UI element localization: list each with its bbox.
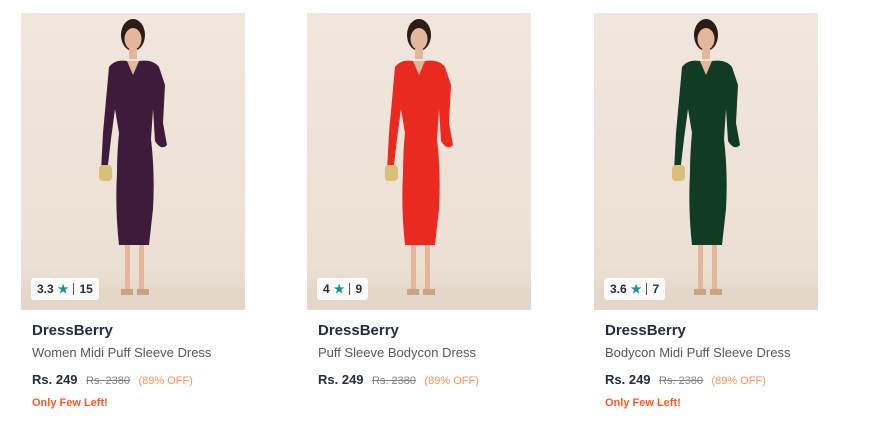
star-icon: ★ [630, 282, 642, 296]
product-mrp: Rs. 2380 [86, 375, 131, 387]
rating-divider [646, 283, 648, 295]
product-info: DressBerry Bodycon Midi Puff Sleeve Dres… [594, 310, 818, 409]
rating-count: 9 [355, 282, 363, 296]
product-name: Bodycon Midi Puff Sleeve Dress [605, 345, 791, 360]
model-photo [385, 19, 453, 295]
star-icon: ★ [333, 282, 345, 296]
product-mrp: Rs. 2380 [372, 375, 417, 387]
product-name: Women Midi Puff Sleeve Dress [32, 345, 212, 360]
product-image[interactable]: 4 ★ 9 [307, 13, 531, 310]
model-photo [672, 19, 740, 295]
product-name: Puff Sleeve Bodycon Dress [318, 345, 477, 360]
rating-badge: 3.6 ★ 7 [604, 278, 666, 300]
price-row: Rs. 249 Rs. 2380 (89% OFF) [318, 372, 520, 389]
product-discount: (89% OFF) [424, 375, 479, 387]
star-icon: ★ [57, 282, 69, 296]
product-mrp: Rs. 2380 [659, 375, 704, 387]
product-discount: (89% OFF) [711, 375, 766, 387]
price-row: Rs. 249 Rs. 2380 (89% OFF) [605, 372, 807, 389]
product-brand: DressBerry [32, 322, 113, 339]
rating-value: 3.3 [37, 282, 54, 296]
product-info: DressBerry Women Midi Puff Sleeve Dress … [21, 310, 245, 409]
rating-value: 4 [323, 282, 330, 296]
price-row: Rs. 249 Rs. 2380 (89% OFF) [32, 372, 234, 389]
rating-divider [349, 283, 351, 295]
product-price: Rs. 249 [605, 372, 651, 387]
rating-value: 3.6 [610, 282, 627, 296]
product-card[interactable]: 4 ★ 9 DressBerry Puff Sleeve Bodycon Dre… [307, 13, 531, 397]
product-price: Rs. 249 [32, 372, 78, 387]
product-card[interactable]: 3.6 ★ 7 DressBerry Bodycon Midi Puff Sle… [594, 13, 818, 409]
stock-note: Only Few Left! [32, 397, 108, 409]
product-image[interactable]: 3.6 ★ 7 [594, 13, 818, 310]
product-price: Rs. 249 [318, 372, 364, 387]
model-photo [99, 19, 167, 295]
product-image[interactable]: 3.3 ★ 15 [21, 13, 245, 310]
stock-note: Only Few Left! [605, 397, 681, 409]
product-brand: DressBerry [605, 322, 686, 339]
product-brand: DressBerry [318, 322, 399, 339]
product-card[interactable]: 3.3 ★ 15 DressBerry Women Midi Puff Slee… [21, 13, 245, 409]
rating-count: 15 [79, 282, 93, 296]
product-info: DressBerry Puff Sleeve Bodycon Dress Rs.… [307, 310, 531, 389]
rating-badge: 3.3 ★ 15 [31, 278, 99, 300]
rating-count: 7 [652, 282, 660, 296]
rating-divider [73, 283, 75, 295]
product-discount: (89% OFF) [138, 375, 193, 387]
rating-badge: 4 ★ 9 [317, 278, 369, 300]
